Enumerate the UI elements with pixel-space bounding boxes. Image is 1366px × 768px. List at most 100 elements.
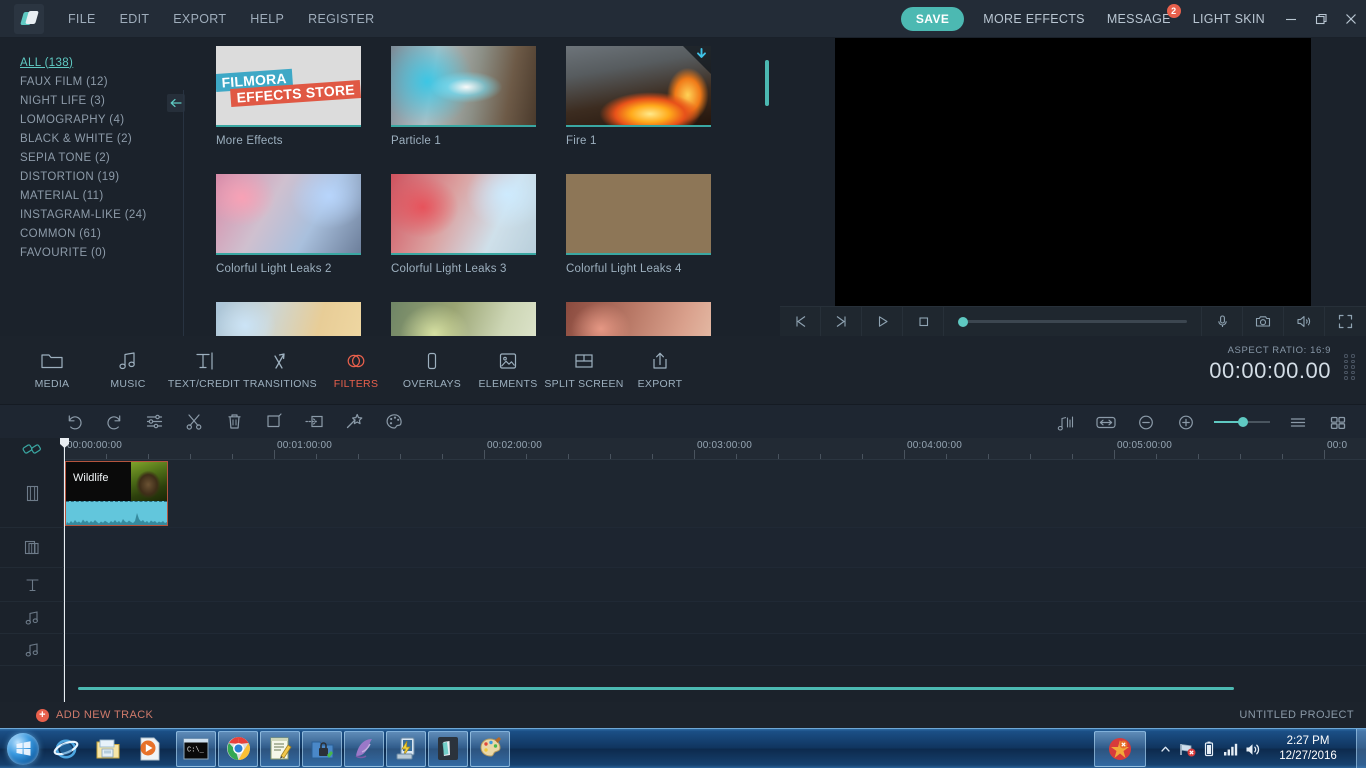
effect-thumbnail-row3-1[interactable] (216, 302, 361, 336)
add-new-track-button[interactable]: + ADD NEW TRACK (36, 709, 153, 722)
timeline-zoom-slider[interactable] (1206, 405, 1278, 439)
tab-filters[interactable]: FILTERS (318, 336, 394, 404)
effect-cell[interactable]: Colorful Light Leaks 3 (391, 174, 536, 275)
play-icon[interactable] (862, 307, 903, 337)
grid-view-icon[interactable] (1318, 405, 1358, 439)
volume-icon[interactable] (1242, 729, 1264, 768)
zoom-slider-track[interactable] (1214, 421, 1270, 423)
save-button[interactable]: SAVE (901, 7, 964, 31)
zoom-out-icon[interactable] (1126, 405, 1166, 439)
show-desktop-button[interactable] (1356, 729, 1366, 768)
effect-cell[interactable]: Fire 1 (566, 46, 711, 147)
tab-export[interactable]: EXPORT (622, 336, 698, 404)
category-material[interactable]: MATERIAL (11) (0, 186, 168, 205)
next-frame-icon[interactable] (821, 307, 862, 337)
prev-frame-icon[interactable] (780, 307, 821, 337)
seek-bar[interactable] (944, 307, 1202, 337)
fit-timeline-icon[interactable] (1086, 405, 1126, 439)
scissors-icon[interactable] (174, 405, 214, 439)
google-chrome-icon[interactable] (218, 731, 258, 767)
timeline-ruler[interactable]: 00:00:00:00 00:01:00:00 00:02:00:00 00:0… (0, 438, 1366, 460)
track-row-video[interactable] (64, 460, 1366, 528)
track-row-music-1[interactable] (64, 602, 1366, 634)
command-prompt-icon[interactable]: C:\_ (176, 731, 216, 767)
internet-explorer-icon[interactable] (46, 731, 86, 767)
seek-handle[interactable] (958, 317, 968, 327)
media-player-icon[interactable] (130, 731, 170, 767)
battery-icon[interactable] (1198, 729, 1220, 768)
volume-icon[interactable] (1284, 307, 1325, 337)
paint-palette-icon[interactable] (470, 731, 510, 767)
category-common[interactable]: COMMON (61) (0, 224, 168, 243)
list-view-icon[interactable] (1278, 405, 1318, 439)
start-button[interactable] (0, 730, 46, 768)
zoom-in-icon[interactable] (1166, 405, 1206, 439)
snapshot-icon[interactable] (1243, 307, 1284, 337)
minimize-button[interactable] (1276, 0, 1306, 38)
video-preview-canvas[interactable] (835, 38, 1311, 306)
crop-icon[interactable] (254, 405, 294, 439)
fullscreen-icon[interactable] (1325, 307, 1366, 337)
effect-cell[interactable]: Colorful Light Leaks 4 (566, 174, 711, 275)
effect-thumbnail-colorful-light-leaks-4[interactable] (566, 174, 711, 255)
category-lomography[interactable]: LOMOGRAPHY (4) (0, 110, 168, 129)
effects-grid-scroll[interactable]: FILMORA EFFECTS STORE More Effects Parti… (184, 38, 780, 336)
effect-thumbnail-particle-1[interactable] (391, 46, 536, 127)
menu-register[interactable]: REGISTER (296, 0, 386, 38)
color-palette-icon[interactable] (374, 405, 414, 439)
effect-cell[interactable]: Colorful Light Leaks 2 (216, 174, 361, 275)
flash-device-icon[interactable] (386, 731, 426, 767)
effect-cell[interactable] (216, 302, 361, 336)
tab-transitions[interactable]: TRANSITIONS (242, 336, 318, 404)
category-all[interactable]: ALL (138) (0, 53, 168, 72)
resize-grip-icon[interactable] (1344, 354, 1356, 380)
category-favourite[interactable]: FAVOURITE (0) (0, 243, 168, 262)
undo-icon[interactable] (54, 405, 94, 439)
menu-help[interactable]: HELP (238, 0, 296, 38)
antivirus-icon[interactable] (1094, 731, 1146, 767)
menu-edit[interactable]: EDIT (108, 0, 162, 38)
signal-bars-icon[interactable] (1220, 729, 1242, 768)
tab-overlays[interactable]: OVERLAYS (394, 336, 470, 404)
menu-file[interactable]: FILE (56, 0, 108, 38)
close-button[interactable] (1336, 0, 1366, 38)
category-instagram-like[interactable]: INSTAGRAM-LIKE (24) (0, 205, 168, 224)
tab-split-screen[interactable]: SPLIT SCREEN (546, 336, 622, 404)
category-distortion[interactable]: DISTORTION (19) (0, 167, 168, 186)
speed-icon[interactable] (294, 405, 334, 439)
effect-thumbnail-colorful-light-leaks-3[interactable] (391, 174, 536, 255)
pip-overlay-icon[interactable] (0, 528, 64, 568)
tab-music[interactable]: MUSIC (90, 336, 166, 404)
settings-sliders-icon[interactable] (134, 405, 174, 439)
library-scrollbar[interactable] (765, 60, 769, 106)
category-black-and-white[interactable]: BLACK & WHITE (2) (0, 129, 168, 148)
category-night-life[interactable]: NIGHT LIFE (3) (0, 91, 168, 110)
effect-cell[interactable]: FILMORA EFFECTS STORE More Effects (216, 46, 361, 147)
stop-icon[interactable] (903, 307, 944, 337)
tab-media[interactable]: MEDIA (14, 336, 90, 404)
magic-wand-icon[interactable] (334, 405, 374, 439)
download-icon[interactable] (696, 48, 707, 62)
track-row-text[interactable] (64, 568, 1366, 602)
message-link[interactable]: MESSAGE 2 (1096, 0, 1182, 38)
effect-thumbnail-row3-3[interactable] (566, 302, 711, 336)
dolphin-icon[interactable] (344, 731, 384, 767)
tab-text-credit[interactable]: TEXT/CREDIT (166, 336, 242, 404)
effect-thumbnail-fire-1[interactable] (566, 46, 711, 127)
filmora-icon[interactable] (428, 731, 468, 767)
text-track-icon[interactable] (0, 568, 64, 602)
effect-thumbnail-colorful-light-leaks-2[interactable] (216, 174, 361, 255)
trash-icon[interactable] (214, 405, 254, 439)
timeline-horizontal-scrollbar[interactable] (78, 687, 1234, 690)
category-sepia-tone[interactable]: SEPIA TONE (2) (0, 148, 168, 167)
effect-thumbnail-more-effects[interactable]: FILMORA EFFECTS STORE (216, 46, 361, 127)
microphone-icon[interactable] (1202, 307, 1243, 337)
link-chain-icon[interactable] (0, 438, 64, 460)
playhead[interactable] (64, 438, 65, 702)
film-strip-icon[interactable] (0, 460, 64, 528)
effect-cell[interactable] (566, 302, 711, 336)
redo-icon[interactable] (94, 405, 134, 439)
more-effects-link[interactable]: MORE EFFECTS (972, 0, 1096, 38)
effect-thumbnail-row3-2[interactable] (391, 302, 536, 336)
audio-detach-icon[interactable] (1046, 405, 1086, 439)
